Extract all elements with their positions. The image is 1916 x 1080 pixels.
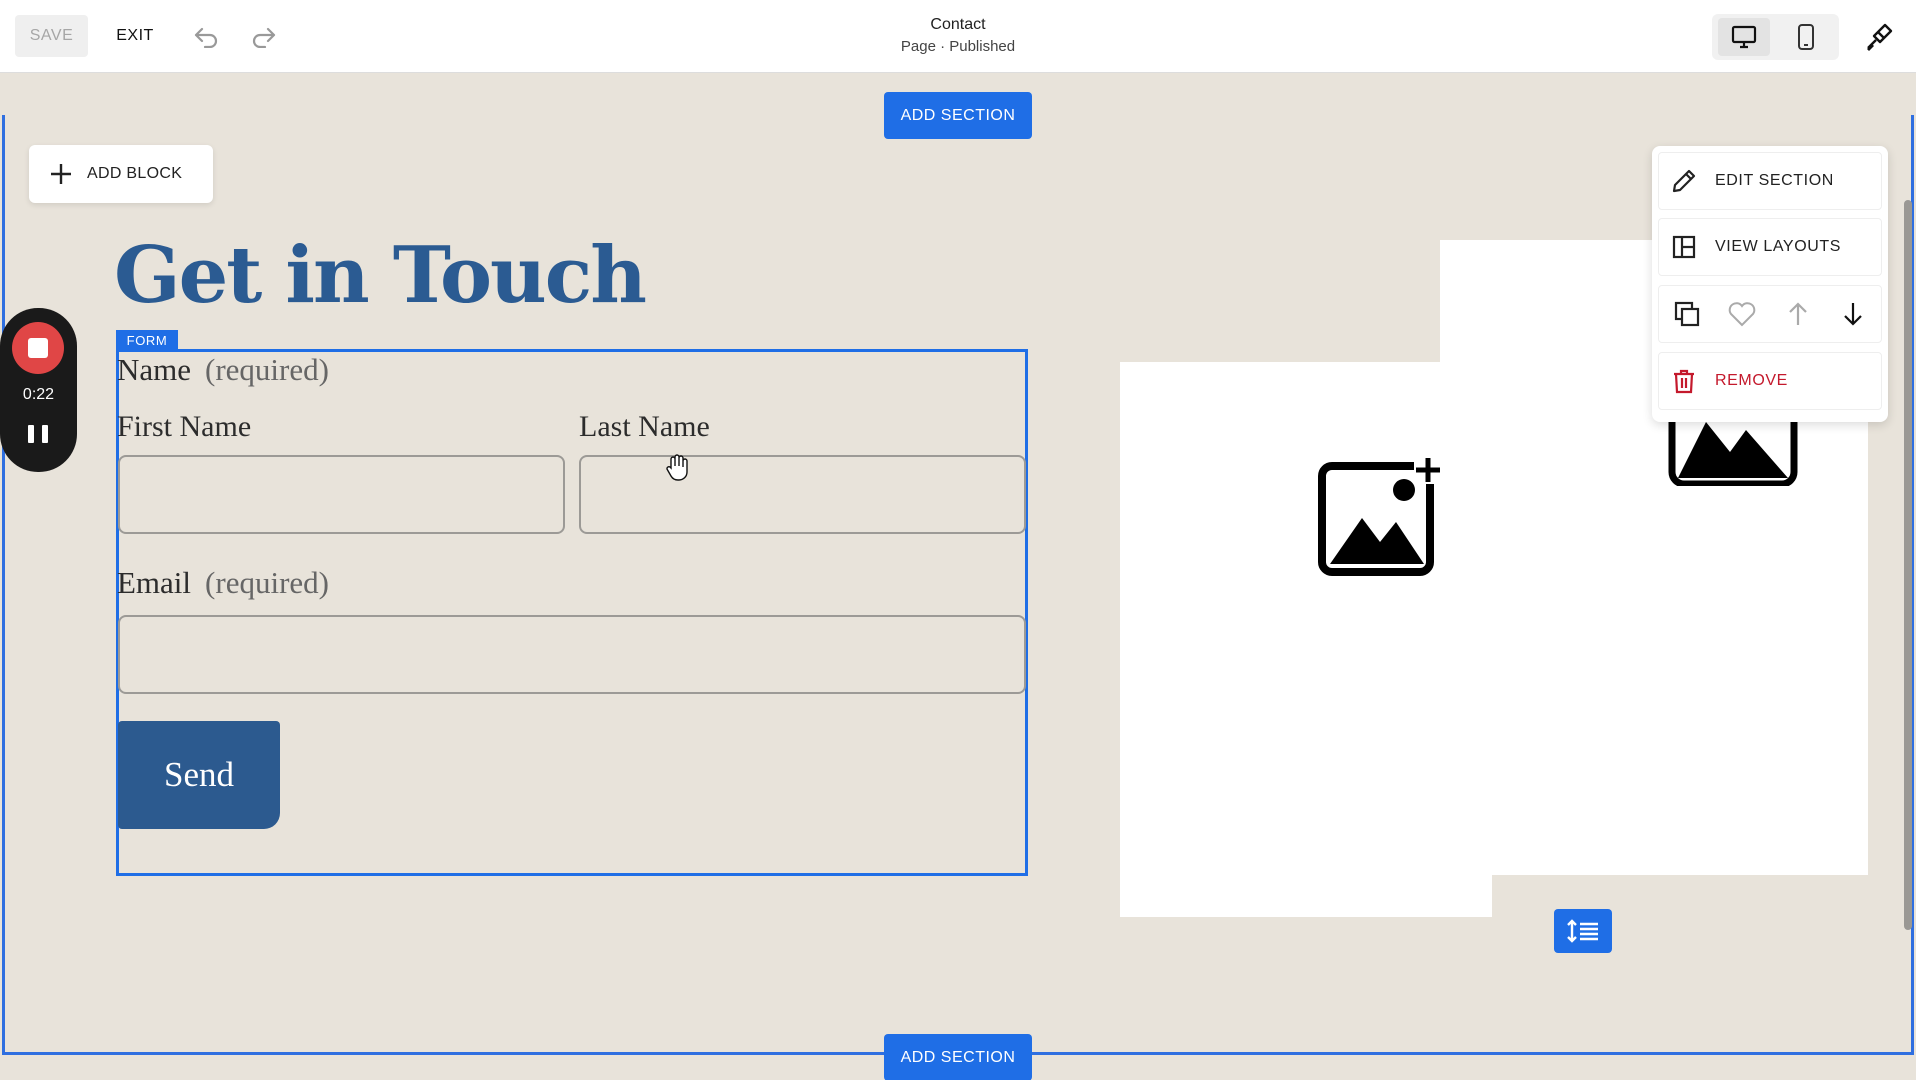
- view-layouts-label: VIEW LAYOUTS: [1715, 238, 1842, 255]
- section-actions-row: [1658, 285, 1882, 343]
- undo-icon[interactable]: [189, 20, 223, 54]
- page-status: Page · Published: [900, 38, 1016, 55]
- page-title: Contact: [930, 16, 986, 33]
- arrow-down-icon[interactable]: [1838, 299, 1868, 329]
- desktop-icon[interactable]: [1718, 18, 1770, 56]
- remove-section-button[interactable]: REMOVE: [1658, 352, 1882, 410]
- remove-label: REMOVE: [1715, 372, 1788, 389]
- paintbrush-icon[interactable]: [1860, 18, 1898, 56]
- view-layouts-button[interactable]: VIEW LAYOUTS: [1658, 218, 1882, 276]
- name-required: (required): [205, 352, 329, 387]
- pencil-icon: [1671, 168, 1697, 194]
- editor-toolbar: SAVE EXIT Contact Page · Published: [0, 0, 1916, 73]
- plus-icon: [49, 162, 73, 186]
- last-name-field[interactable]: [579, 455, 1026, 534]
- email-label: Email (required): [117, 565, 329, 600]
- pause-icon[interactable]: [28, 425, 48, 445]
- send-button[interactable]: Send: [118, 721, 280, 829]
- trash-icon: [1671, 368, 1697, 394]
- last-name-label: Last Name: [579, 410, 710, 443]
- add-block-label: ADD BLOCK: [87, 165, 183, 182]
- edit-section-label: EDIT SECTION: [1715, 172, 1834, 189]
- name-label: Name (required): [117, 352, 329, 387]
- add-section-button-bottom[interactable]: ADD SECTION: [884, 1034, 1032, 1080]
- screen-recorder: 0:22: [0, 308, 77, 472]
- stop-recording-button[interactable]: [12, 322, 64, 374]
- spacing-icon[interactable]: [1554, 909, 1612, 953]
- hand-cursor-icon: [664, 454, 690, 482]
- first-name-field[interactable]: [118, 455, 565, 534]
- save-button[interactable]: SAVE: [15, 15, 88, 57]
- form-block-tag: FORM: [116, 330, 178, 350]
- email-required: (required): [205, 565, 329, 600]
- first-name-label: First Name: [117, 410, 252, 443]
- heart-icon[interactable]: [1727, 299, 1757, 329]
- exit-button[interactable]: EXIT: [105, 15, 165, 57]
- scrollbar[interactable]: [1904, 200, 1912, 930]
- redo-icon[interactable]: [247, 20, 281, 54]
- page-heading[interactable]: Get in Touch: [114, 230, 647, 321]
- edit-section-button[interactable]: EDIT SECTION: [1658, 152, 1882, 210]
- email-field[interactable]: [118, 615, 1026, 694]
- recording-time: 0:22: [22, 386, 55, 403]
- layout-icon: [1671, 234, 1697, 260]
- add-image-icon[interactable]: [1318, 456, 1444, 576]
- section-menu: EDIT SECTION VIEW LAYOUTS REMOVE: [1652, 146, 1888, 422]
- arrow-up-icon[interactable]: [1783, 299, 1813, 329]
- duplicate-icon[interactable]: [1672, 299, 1702, 329]
- mobile-icon[interactable]: [1780, 18, 1832, 56]
- stop-icon: [28, 338, 48, 358]
- add-section-button-top[interactable]: ADD SECTION: [884, 92, 1032, 139]
- image-block-left[interactable]: [1120, 362, 1492, 917]
- add-block-button[interactable]: ADD BLOCK: [29, 145, 213, 203]
